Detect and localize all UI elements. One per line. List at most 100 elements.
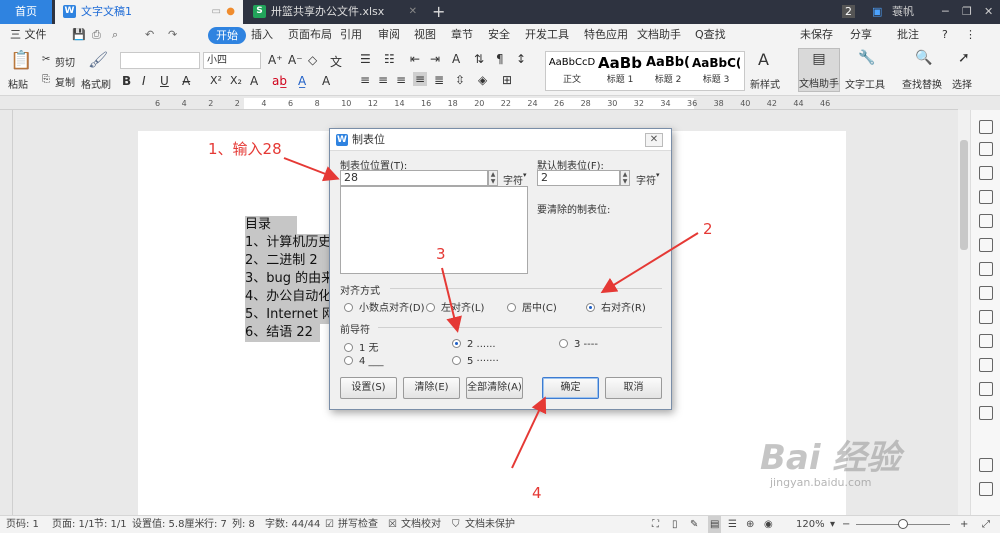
format-painter-button[interactable]: 格式刷 xyxy=(81,76,111,91)
style-heading-1[interactable]: AaBb 标题 1 xyxy=(596,52,644,90)
zoom-slider-handle[interactable] xyxy=(898,519,908,529)
unsaved-dot-icon[interactable]: ● xyxy=(226,0,235,24)
bold-icon[interactable]: B xyxy=(122,74,131,88)
doc-line-3[interactable]: 3、bug 的由来 xyxy=(245,270,330,288)
horizontal-ruler[interactable]: 6 4 2 2 4 6 8 10 12 14 16 18 20 22 24 26 28 30 32 34 36 38 40 4… xyxy=(0,97,958,110)
comment-button[interactable]: 批注 xyxy=(897,24,919,46)
leader-dots-radio[interactable]: 2 ...... xyxy=(452,339,496,350)
menu-view[interactable]: 视图 xyxy=(414,24,436,46)
panel-icon-13[interactable] xyxy=(979,406,993,420)
cancel-button[interactable]: 取消 xyxy=(605,377,662,399)
menu-insert[interactable]: 插入 xyxy=(251,24,273,46)
wrench-icon[interactable]: 🔧 xyxy=(858,50,875,66)
leader-dashes-radio[interactable]: 3 ---- xyxy=(559,339,598,350)
panel-icon-10[interactable] xyxy=(979,334,993,348)
clear-format-icon[interactable]: ◇ xyxy=(308,53,317,67)
menu-layout[interactable]: 页面布局 xyxy=(288,24,332,46)
tab-position-unit-dropdown-icon[interactable]: ▾ xyxy=(523,171,527,179)
window-close-icon[interactable]: ✕ xyxy=(984,0,993,24)
strikethrough-icon[interactable]: A̶ xyxy=(182,74,190,88)
help-icon[interactable]: ? xyxy=(942,24,948,46)
clear-button[interactable]: 清除(E) xyxy=(403,377,460,399)
font-name-select[interactable] xyxy=(120,52,200,69)
read-mode-icon[interactable]: ▯ xyxy=(672,516,678,533)
chinese-layout-icon[interactable]: A xyxy=(452,52,460,66)
unsaved-status[interactable]: 未保存 xyxy=(800,24,833,46)
border-icon[interactable]: ⊞ xyxy=(502,73,512,87)
tab-document[interactable]: W 文字文稿1 ▭ ● xyxy=(55,0,243,24)
clear-all-button[interactable]: 全部清除(A) xyxy=(466,377,523,399)
underline-icon[interactable]: U xyxy=(160,74,169,88)
text-tools-button[interactable]: 文字工具 xyxy=(845,76,885,91)
leader-middot-radio[interactable]: 5 ······· xyxy=(452,356,499,367)
doc-line-1[interactable]: 1、计算机历史 xyxy=(245,234,330,252)
new-style-button[interactable]: 新样式 xyxy=(750,76,780,91)
set-button[interactable]: 设置(S) xyxy=(340,377,397,399)
line-spacing-icon[interactable]: ↕ xyxy=(516,52,526,66)
doc-assistant-button[interactable]: ▤ 文档助手 xyxy=(798,48,840,92)
menu-security[interactable]: 安全 xyxy=(488,24,510,46)
web-view-icon[interactable]: ⊕ xyxy=(746,516,754,533)
font-size-select[interactable]: 小四 xyxy=(203,52,261,69)
leader-none-radio[interactable]: 1 无 xyxy=(344,339,379,354)
doc-line-2[interactable]: 2、二进制 2 xyxy=(245,252,330,270)
user-name[interactable]: 蓑帆 xyxy=(892,0,914,24)
font-color-icon[interactable]: A̲ xyxy=(298,74,306,88)
preview-icon[interactable]: ⌕ xyxy=(112,24,118,46)
find-replace-button[interactable]: 查找替换 xyxy=(902,76,942,91)
panel-icon-11[interactable] xyxy=(979,358,993,372)
number-list-icon[interactable]: ☷ xyxy=(384,52,395,66)
align-right-radio[interactable]: 右对齐(R) xyxy=(586,299,646,314)
dialog-titlebar[interactable]: W 制表位 ✕ xyxy=(330,129,671,151)
doc-line-toc[interactable]: 目录 xyxy=(245,216,297,234)
brush-icon[interactable]: 🖌 xyxy=(88,50,108,69)
redo-icon[interactable]: ↷ xyxy=(168,24,177,46)
save-icon[interactable]: 💾 xyxy=(72,24,86,46)
default-tab-unit[interactable]: 字符 xyxy=(636,172,656,187)
style-heading-2[interactable]: AaBb( 标题 2 xyxy=(644,52,692,90)
status-protect[interactable]: 文档未保护 xyxy=(465,516,515,533)
superscript-icon[interactable]: X² xyxy=(210,74,222,87)
panel-icon-7[interactable] xyxy=(979,262,993,276)
tab-position-spinner[interactable]: ▲ ▼ xyxy=(488,170,498,186)
pinyin-icon[interactable]: 文 xyxy=(330,53,342,70)
panel-icon-8[interactable] xyxy=(979,286,993,300)
zoom-level[interactable]: 120% xyxy=(796,516,825,533)
panel-icon-6[interactable] xyxy=(979,238,993,252)
doc-line-4[interactable]: 4、办公自动化 xyxy=(245,288,330,306)
share-button[interactable]: 分享 xyxy=(850,24,872,46)
italic-icon[interactable]: I xyxy=(142,74,146,88)
page-view-icon[interactable]: ▤ xyxy=(708,516,722,533)
dialog-close-icon[interactable]: ✕ xyxy=(645,133,663,147)
panel-icon-1[interactable] xyxy=(979,120,993,134)
bullet-list-icon[interactable]: ☰ xyxy=(360,52,371,66)
status-pages[interactable]: 页面: 1/1 xyxy=(52,516,95,533)
menu-search[interactable]: Q查找 xyxy=(695,24,726,46)
close-icon[interactable]: ✕ xyxy=(409,0,417,24)
status-words[interactable]: 字数: 44/44 xyxy=(265,516,320,533)
grow-font-icon[interactable]: A⁺ xyxy=(268,53,283,67)
new-tab-button[interactable]: + xyxy=(432,0,445,24)
menu-chapter[interactable]: 章节 xyxy=(451,24,473,46)
doc-line-5[interactable]: 5、Internet 网 xyxy=(245,306,330,324)
distribute-icon[interactable]: ≣ xyxy=(434,73,444,87)
align-left-radio[interactable]: 左对齐(L) xyxy=(426,299,484,314)
zoom-out-icon[interactable]: − xyxy=(842,516,850,533)
panel-icon-3[interactable] xyxy=(979,166,993,180)
minimize-icon[interactable]: ─ xyxy=(942,0,949,24)
tab-position-unit[interactable]: 字符 xyxy=(503,172,523,187)
cloud-icon[interactable]: ▣ xyxy=(872,0,882,24)
status-position[interactable]: 设置值: 5.8厘米 xyxy=(132,516,204,533)
align-right-icon[interactable]: ≡ xyxy=(396,73,406,87)
align-decimal-radio[interactable]: 小数点对齐(D) xyxy=(344,299,425,314)
menu-file[interactable]: 三 文件 xyxy=(10,24,47,46)
more-icon[interactable]: ⋮ xyxy=(965,24,976,46)
restore-icon[interactable]: ❐ xyxy=(962,0,972,24)
outline-view-icon[interactable]: ☰ xyxy=(728,516,737,533)
fullscreen-icon[interactable]: ⛶ xyxy=(652,516,659,533)
vertical-scrollbar[interactable] xyxy=(958,110,970,515)
shrink-font-icon[interactable]: A⁻ xyxy=(288,53,303,67)
scissors-icon[interactable]: ✂ xyxy=(42,54,50,65)
style-heading-3[interactable]: AaBbC( 标题 3 xyxy=(692,52,740,90)
spellcheck-icon[interactable]: ☑ xyxy=(325,516,334,533)
